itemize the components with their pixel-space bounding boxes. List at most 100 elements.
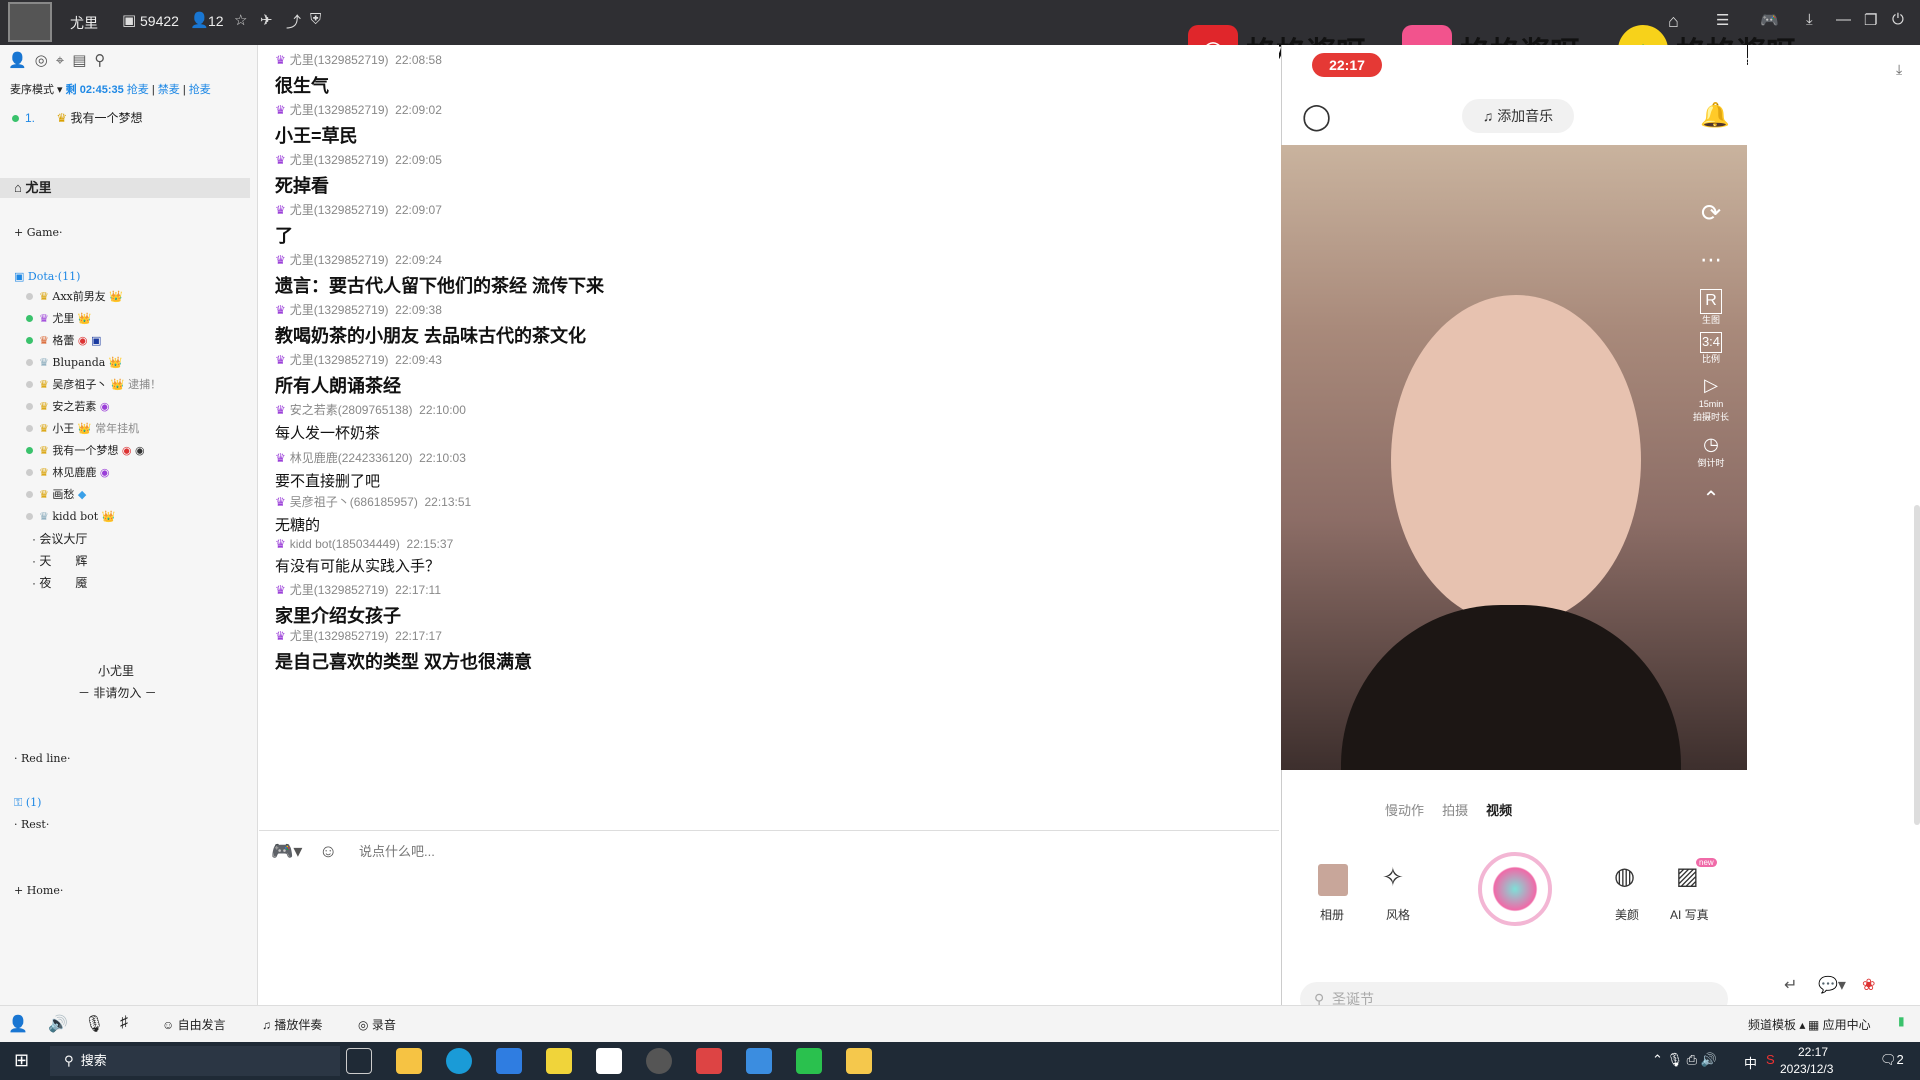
message-user[interactable]: 尤里(1329852719) xyxy=(290,583,389,597)
chat-message: ♛ 尤里(1329852719) 22:09:38 教喝奶茶的小朋友 去品味古代的茶… xyxy=(275,301,586,348)
message-user[interactable]: 尤里(1329852719) xyxy=(290,53,389,67)
message-user[interactable]: 尤里(1329852719) xyxy=(290,353,389,367)
message-user[interactable]: 尤里(1329852719) xyxy=(290,629,389,643)
app-icon-6[interactable] xyxy=(596,1048,622,1074)
record-button[interactable] xyxy=(1478,852,1552,926)
queue-item[interactable]: 1. ♛ 我有一个梦想 xyxy=(12,109,142,126)
star-icon[interactable]: ☆ xyxy=(234,11,247,29)
chat-input[interactable] xyxy=(359,839,959,863)
record-audio[interactable]: ◎ 录音 xyxy=(358,1016,396,1033)
avatar-small[interactable]: 👤 xyxy=(8,1014,28,1034)
tree-tian[interactable]: · 天 辉 xyxy=(0,551,250,571)
edge-icon[interactable] xyxy=(446,1048,472,1074)
left-toolbar-icons[interactable]: 👤◎⌖▤⚲ xyxy=(8,51,113,69)
camera-side-tools[interactable]: ⟳ ⋯ R 生图 3:4 比例 ▷ 15min 拍摄时长 ◷ 倒计时 ⌃ xyxy=(1691,197,1731,513)
message-user[interactable]: 尤里(1329852719) xyxy=(290,153,389,167)
restore-icon[interactable]: ❐ xyxy=(1864,11,1877,29)
app-center[interactable]: ▦ 应用中心 xyxy=(1808,1016,1871,1033)
tree-dota[interactable]: ▣ Dota·(11) xyxy=(0,267,250,287)
message-user[interactable]: 安之若素(2809765138) xyxy=(290,403,413,417)
tree-game[interactable]: + Game· xyxy=(0,223,250,243)
player-icon[interactable] xyxy=(546,1048,572,1074)
enter-icon[interactable]: ↵ xyxy=(1784,975,1797,995)
album-thumb[interactable] xyxy=(1318,864,1348,896)
sogou-icon[interactable]: S xyxy=(1766,1052,1775,1067)
beauty-icon[interactable]: ◍ xyxy=(1614,862,1635,891)
notification-icon[interactable]: 🗨2 xyxy=(1880,1052,1904,1068)
member-10[interactable]: ♛ kidd bot 👑 xyxy=(0,507,250,527)
message-user[interactable]: 林见鹿鹿(2242336120) xyxy=(290,451,413,465)
wechat-icon[interactable] xyxy=(796,1048,822,1074)
channel-title[interactable]: ⌂ 尤里 xyxy=(0,178,250,198)
member-3[interactable]: ♛ Blupanda 👑 xyxy=(0,353,250,373)
kugou-icon[interactable] xyxy=(496,1048,522,1074)
tree-hall[interactable]: · 会议大厅 xyxy=(0,529,250,549)
tree-one[interactable]: ⚿ (1) xyxy=(0,793,250,813)
play-accomp[interactable]: ♫ 播放伴奏 xyxy=(262,1016,322,1033)
taskbar-search[interactable]: ⚲ 搜索 xyxy=(50,1046,340,1076)
plane-icon[interactable]: ✈ xyxy=(260,11,273,29)
tree-xiaoyouli[interactable]: 小尤里 xyxy=(0,661,250,681)
bell-icon[interactable]: 🔔 xyxy=(1700,101,1730,130)
member-0[interactable]: ♛ Axx前男友 👑 xyxy=(0,287,250,307)
windows-start-icon[interactable]: ⊞ xyxy=(14,1050,29,1071)
scrollbar[interactable] xyxy=(1914,505,1920,825)
down-arrow-icon[interactable]: ⤓ xyxy=(1896,61,1902,78)
free-speak[interactable]: ☺ 自由发言 xyxy=(162,1016,226,1033)
member-5[interactable]: ♛ 安之若素 ◉ xyxy=(0,397,250,417)
queue-mode[interactable]: 麦序模式 xyxy=(10,84,54,96)
style-icon[interactable]: ✧ xyxy=(1382,862,1404,893)
message-user[interactable]: 尤里(1329852719) xyxy=(290,103,389,117)
collapse-icon: ⌃ xyxy=(1702,488,1720,511)
user-avatar[interactable] xyxy=(8,2,52,42)
download-icon[interactable]: ⤓ xyxy=(1806,11,1813,28)
mode-tabs[interactable]: 慢动作 拍摄 视频 xyxy=(1385,800,1512,819)
ime-indicator[interactable]: 中 xyxy=(1744,1053,1757,1072)
shield-icon[interactable]: ⛨ xyxy=(310,11,321,28)
member-6[interactable]: ♛ 小王 👑 常年挂机 xyxy=(0,419,250,439)
tree-home[interactable]: + Home· xyxy=(0,881,250,901)
app-icon-8[interactable] xyxy=(696,1048,722,1074)
member-2[interactable]: ♛ 格蕾 ◉ ▣ xyxy=(0,331,250,351)
message-user[interactable]: 尤里(1329852719) xyxy=(290,303,389,317)
power-icon[interactable]: ⏻ xyxy=(1892,11,1904,28)
eq-icon[interactable]: ♯ xyxy=(120,1014,128,1032)
minimize-icon[interactable]: — xyxy=(1836,11,1851,28)
mic-icon[interactable]: 🎙 xyxy=(84,1014,104,1034)
flower-icon[interactable]: ❀ xyxy=(1862,975,1875,995)
member-1[interactable]: ♛ 尤里 👑 xyxy=(0,309,250,329)
tree-redline[interactable]: · Red line· xyxy=(0,749,250,769)
message-user[interactable]: 尤里(1329852719) xyxy=(290,203,389,217)
app-icon-7[interactable] xyxy=(646,1048,672,1074)
add-music-button[interactable]: ♫ 添加音乐 xyxy=(1462,99,1574,133)
clock-time: 22:17 xyxy=(1798,1045,1829,1059)
ai-photo-icon[interactable]: ▨ xyxy=(1676,862,1699,891)
speaker-icon[interactable]: 🔊 xyxy=(48,1014,68,1034)
tree-ye[interactable]: · 夜 魇 xyxy=(0,573,250,593)
emoji-icon[interactable]: ☺ xyxy=(319,841,337,862)
member-9[interactable]: ♛ 画愁 ◆ xyxy=(0,485,250,505)
tray-icons[interactable]: ⌃ 🎙 ⎙ 🔊 xyxy=(1652,1052,1717,1068)
ban-mic[interactable]: 禁麦 xyxy=(158,84,180,96)
bubble-icon[interactable]: 💬▾ xyxy=(1818,975,1846,995)
member-4[interactable]: ♛ 吴彦祖子丶 👑 逮捕！ xyxy=(0,375,250,395)
message-user[interactable]: kidd bot(185034449) xyxy=(290,537,400,551)
rob-mic[interactable]: 抢麦 xyxy=(189,84,211,96)
message-user[interactable]: 尤里(1329852719) xyxy=(290,253,389,267)
grab-mic[interactable]: 抢麦 xyxy=(127,84,149,96)
taskview-icon[interactable] xyxy=(346,1048,372,1074)
member-7[interactable]: ♛ 我有一个梦想 ◉ ◉ xyxy=(0,441,250,461)
message-text: 小王=草民 xyxy=(275,126,358,146)
app-icon-11[interactable] xyxy=(846,1048,872,1074)
explorer-icon[interactable] xyxy=(396,1048,422,1074)
channel-template[interactable]: 频道模板 ▴ xyxy=(1748,1016,1805,1033)
member-8[interactable]: ♛ 林见鹿鹿 ◉ xyxy=(0,463,250,483)
mode-photo: 拍摄 xyxy=(1442,803,1469,818)
tree-rest[interactable]: · Rest· xyxy=(0,815,250,835)
tree-noenter[interactable]: － 非请勿入 － xyxy=(0,683,250,703)
profile-icon[interactable]: ◯ xyxy=(1302,101,1331,132)
gamepad-icon[interactable]: 🎮▾ xyxy=(271,841,302,862)
app-icon-9[interactable] xyxy=(746,1048,772,1074)
message-user[interactable]: 吴彦祖子丶(686185957) xyxy=(290,495,418,509)
share-icon[interactable]: ⤴ xyxy=(286,11,301,32)
